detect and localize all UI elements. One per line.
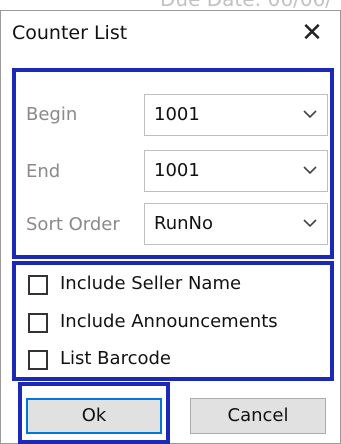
chevron-down-icon [303, 110, 317, 119]
sort-order-label: Sort Order [26, 214, 120, 235]
cancel-button[interactable]: Cancel [190, 398, 326, 434]
dialog-title: Counter List [12, 22, 128, 44]
sort-order-value: RunNo [154, 213, 213, 234]
end-value: 1001 [154, 160, 200, 181]
list-barcode-checkbox[interactable] [28, 350, 48, 370]
chevron-down-icon [303, 166, 317, 175]
sort-order-select[interactable]: RunNo [144, 203, 328, 245]
begin-label: Begin [26, 104, 78, 125]
end-select[interactable]: 1001 [144, 150, 328, 192]
list-barcode-label: List Barcode [60, 348, 171, 369]
include-announcements-label: Include Announcements [60, 311, 278, 332]
close-button[interactable]: ✕ [290, 13, 334, 53]
close-icon: ✕ [301, 18, 323, 48]
chevron-down-icon [303, 219, 317, 228]
begin-value: 1001 [154, 104, 200, 125]
begin-select[interactable]: 1001 [144, 94, 328, 136]
end-label: End [26, 161, 61, 182]
ok-button[interactable]: Ok [26, 398, 162, 434]
include-announcements-checkbox[interactable] [28, 313, 48, 333]
include-seller-name-checkbox[interactable] [28, 275, 48, 295]
include-seller-name-label: Include Seller Name [60, 273, 242, 294]
